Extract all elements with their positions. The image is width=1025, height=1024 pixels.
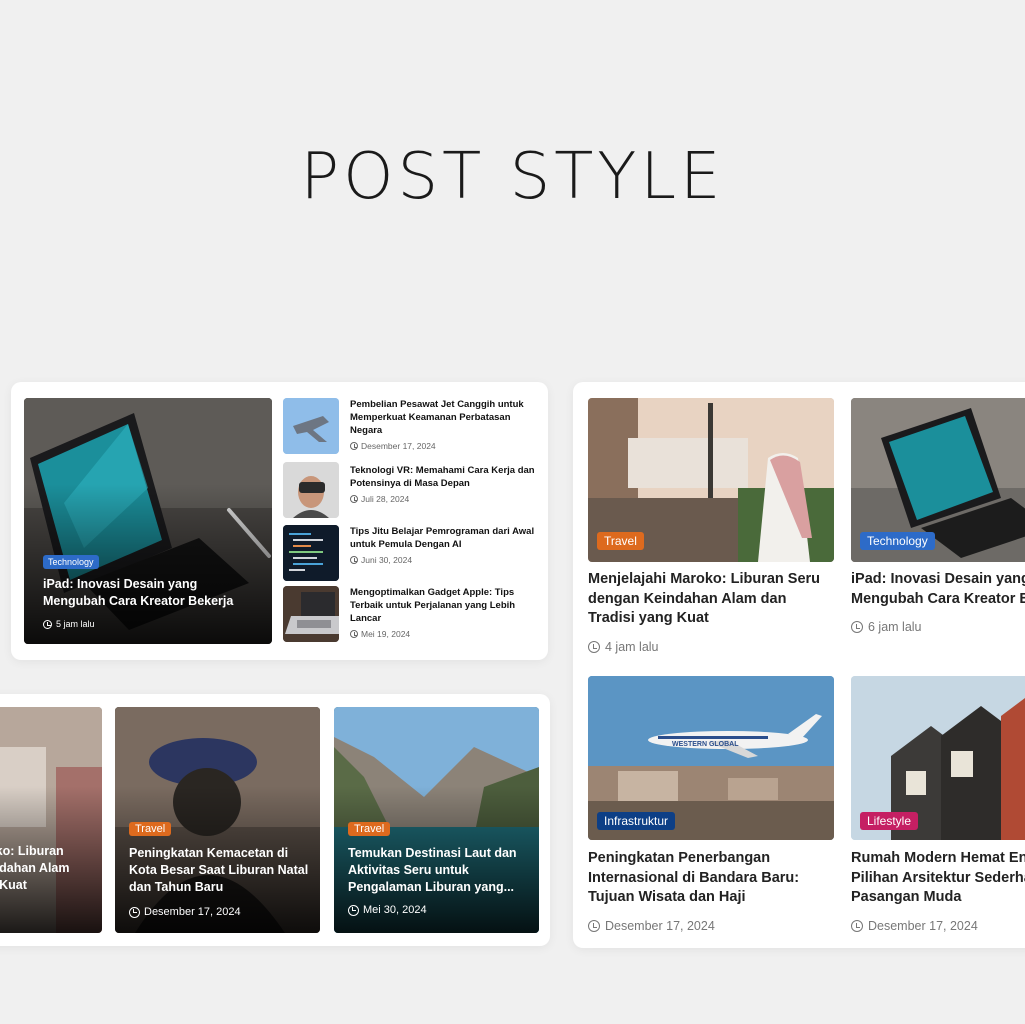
list-item-title[interactable]: Teknologi VR: Memahami Cara Kerja dan Po… [350,464,540,490]
post-title[interactable]: Temukan Destinasi Laut dan Aktivitas Ser… [348,845,533,896]
post-title[interactable]: Rumah Modern Hemat Ene Pilihan Arsitektu… [851,849,1025,908]
category-badge[interactable]: Travel [129,822,172,836]
post-date: Desember 17, 2024 [605,919,715,933]
code-screen-image [283,525,339,581]
page-title: POST STYLE [300,140,725,214]
clock-icon [588,641,600,653]
clock-icon [350,630,358,638]
list-item-date: Juni 30, 2024 [361,555,413,565]
category-badge[interactable]: Technology [43,555,99,569]
airline-label: WESTERN GLOBAL [672,741,739,748]
grid-item[interactable]: WESTERN GLOBAL Infrastruktur Peningkatan… [588,676,834,938]
post-meta: Desember 17, 2024 [129,906,309,918]
post-title[interactable]: Menjelajahi Maroko: Liburan Seru dengan … [588,570,832,629]
list-item-date: Juli 28, 2024 [361,494,410,504]
post-title[interactable]: Peningkatan Penerbangan Internasional di… [588,849,832,908]
post-date: Mei 30, 2024 [363,904,427,916]
list-item-title[interactable]: Mengoptimalkan Gadget Apple: Tips Terbai… [350,586,540,625]
post-time: 4 jam lalu [605,640,659,654]
post-title[interactable]: Peningkatan Kemacetan di Kota Besar Saat… [129,845,309,896]
vr-headset-image [283,462,339,518]
list-item-meta: Desember 17, 2024 [350,441,540,451]
grid-item[interactable]: Lifestyle Rumah Modern Hemat Ene Pilihan… [851,676,1025,938]
list-item-title[interactable]: Tips Jitu Belajar Pemrograman dari Awal … [350,525,540,551]
list-item-meta: Juni 30, 2024 [350,555,540,565]
fighter-jet-image [283,398,339,454]
post-time: 5 jam lalu [56,619,95,629]
ipad-keyboard-image: Technology [851,398,1025,562]
category-badge[interactable]: Infrastruktur [597,812,676,830]
post-meta: Desember 17, 2024 [588,919,715,933]
post-title[interactable]: iPad: Inovasi Desain yang Mengubah Cara … [43,576,263,610]
carousel-item[interactable]: Travel Peningkatan Kemacetan di Kota Bes… [115,707,320,933]
post-title[interactable]: iPad: Inovasi Desain yang Mengubah Cara … [851,570,1025,609]
clock-icon [129,906,140,918]
post-meta: Desember 17, 2024 [851,919,978,933]
list-item-meta: Mei 19, 2024 [350,629,540,639]
list-item[interactable]: Pembelian Pesawat Jet Canggih untuk Memp… [283,398,538,458]
category-badge[interactable]: Lifestyle [860,812,919,830]
post-date: Desember 17, 2024 [868,919,978,933]
post-meta: Mei 30, 2024 [348,904,533,916]
post-date: Desember 17, 2024 [144,906,241,918]
post-time: 6 jam lalu [868,620,922,634]
airplane-image: WESTERN GLOBAL Infrastruktur [588,676,834,840]
grid-item[interactable]: Travel Menjelajahi Maroko: Liburan Seru … [588,398,834,658]
clock-icon [350,442,358,450]
category-badge[interactable]: Travel [597,532,644,550]
clock-icon [350,495,358,503]
list-item[interactable]: Tips Jitu Belajar Pemrograman dari Awal … [283,525,538,585]
clock-icon [350,556,358,564]
list-item-meta: Juli 28, 2024 [350,494,540,504]
grid-item[interactable]: Technology iPad: Inovasi Desain yang Men… [851,398,1025,658]
category-badge[interactable]: Technology [860,532,935,550]
carousel-item[interactable]: oko: Liburan indahan Alam g Kuat [0,707,102,933]
category-badge[interactable]: Travel [348,822,391,836]
post-title[interactable]: oko: Liburan indahan Alam g Kuat [0,843,98,894]
list-item[interactable]: Teknologi VR: Memahami Cara Kerja dan Po… [283,462,538,522]
featured-post[interactable]: Technology iPad: Inovasi Desain yang Men… [24,398,272,644]
clock-icon [588,920,600,932]
carousel-item[interactable]: Travel Temukan Destinasi Laut dan Aktivi… [334,707,539,933]
clock-icon [348,904,359,916]
clock-icon [851,920,863,932]
featured-list-card: Technology iPad: Inovasi Desain yang Men… [11,382,548,660]
macbook-image [283,586,339,642]
list-item[interactable]: Mengoptimalkan Gadget Apple: Tips Terbai… [283,586,538,648]
post-meta: 4 jam lalu [588,640,659,654]
post-meta: 5 jam lalu [43,619,263,629]
clock-icon [43,619,52,629]
list-item-date: Desember 17, 2024 [361,441,436,451]
grid-card: Travel Menjelajahi Maroko: Liburan Seru … [573,382,1025,948]
clock-icon [851,621,863,633]
morocco-street-image: Travel [588,398,834,562]
modern-house-image: Lifestyle [851,676,1025,840]
carousel-card: oko: Liburan indahan Alam g Kuat Travel … [0,694,550,946]
list-item-date: Mei 19, 2024 [361,629,411,639]
post-meta: 6 jam lalu [851,620,922,634]
list-item-title[interactable]: Pembelian Pesawat Jet Canggih untuk Memp… [350,398,540,437]
